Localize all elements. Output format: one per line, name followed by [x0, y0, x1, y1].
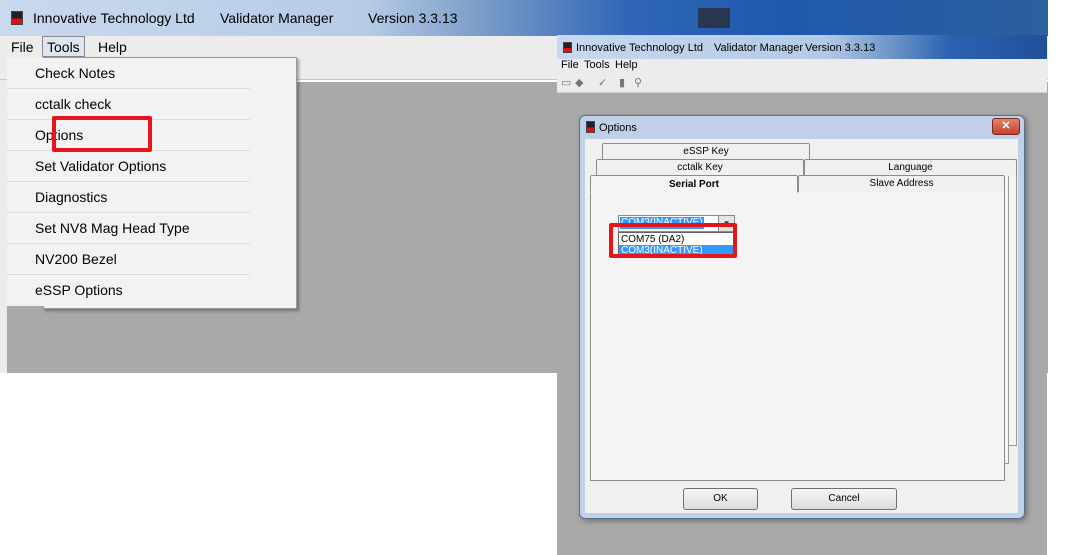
menu-file[interactable]: File [11, 39, 34, 55]
menu-help[interactable]: Help [98, 39, 127, 55]
menu-item-set-validator-options[interactable]: Set Validator Options [7, 151, 250, 182]
title-version: Version 3.3.13 [805, 42, 876, 54]
bar-icon[interactable]: ▮ [619, 76, 625, 89]
menu-item-check-notes[interactable]: Check Notes [7, 58, 250, 89]
tab-language[interactable]: Language [804, 159, 1017, 176]
title-app-name: Validator Manager [714, 42, 804, 54]
menu-help[interactable]: Help [615, 59, 638, 71]
menu-item-set-nv8-mag-head-type[interactable]: Set NV8 Mag Head Type [7, 213, 250, 244]
right-toolbar [557, 74, 1047, 93]
title-version: Version 3.3.13 [368, 10, 458, 26]
tab-slave-address[interactable]: Slave Address [798, 175, 1005, 192]
ok-button[interactable]: OK [683, 488, 758, 510]
tab-serial-port[interactable]: Serial Port [590, 175, 798, 193]
title-app-name: Validator Manager [220, 10, 334, 26]
eraser-icon[interactable]: ◆ [575, 76, 583, 89]
title-company: Innovative Technology Ltd [576, 42, 703, 54]
options-highlight-box [52, 116, 152, 152]
menu-tools[interactable]: Tools [584, 59, 610, 71]
left-client-edge [0, 80, 7, 373]
close-button[interactable]: ✕ [992, 118, 1020, 135]
check-icon[interactable]: ✓ [598, 76, 607, 89]
title-company: Innovative Technology Ltd [33, 10, 195, 26]
dialog-app-icon [586, 121, 595, 133]
taskbar-block [698, 8, 730, 28]
tab-essp-key[interactable]: eSSP Key [602, 143, 810, 160]
menu-item-essp-options[interactable]: eSSP Options [7, 275, 250, 306]
menu-item-diagnostics[interactable]: Diagnostics [7, 182, 250, 213]
app-icon [11, 11, 23, 25]
card-icon[interactable]: ▭ [561, 76, 571, 89]
menu-item-nv200-bezel[interactable]: NV200 Bezel [7, 244, 250, 275]
app-icon [563, 42, 572, 53]
cancel-button[interactable]: Cancel [791, 488, 897, 510]
key-icon[interactable]: ⚲ [634, 76, 642, 89]
tab-cctalk-key[interactable]: cctalk Key [596, 159, 804, 176]
menu-tools[interactable]: Tools [42, 36, 85, 57]
com-port-highlight-box [609, 223, 737, 258]
dialog-title: Options [599, 122, 637, 134]
menu-file[interactable]: File [561, 59, 579, 71]
